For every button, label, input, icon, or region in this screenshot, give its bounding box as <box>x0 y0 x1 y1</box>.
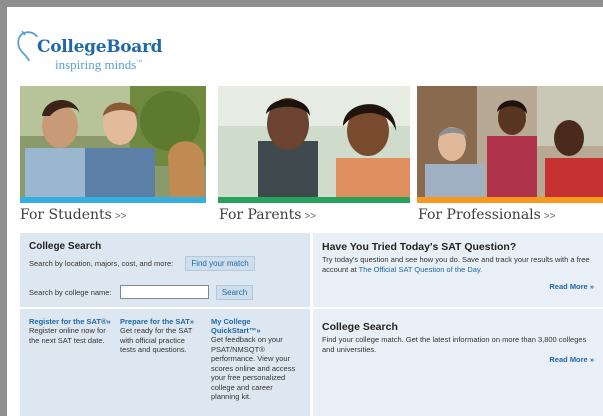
logo-name: CollegeBoard <box>37 37 163 57</box>
professionals-photo[interactable] <box>417 86 603 197</box>
sat-question-of-day-link[interactable]: The Official SAT Question of the Day. <box>359 265 483 274</box>
prepare-sat-link[interactable]: Prepare for the SAT» <box>120 317 200 326</box>
quickstart-text: Get feedback on your PSAT/NMSQT® perform… <box>211 335 296 401</box>
register-sat-text: Register online now for the next SAT tes… <box>29 326 106 345</box>
parents-stripe <box>218 197 410 203</box>
for-parents-link[interactable]: For Parents >> <box>219 207 316 223</box>
students-stripe <box>20 197 206 203</box>
quickstart-item: My College QuickStart™» Get feedback on … <box>211 317 299 402</box>
prepare-sat-item: Prepare for the SAT» Get ready for the S… <box>120 317 200 355</box>
logo-tagline: inspiring minds™ <box>55 57 143 72</box>
quickstart-link[interactable]: My College QuickStart™» <box>211 317 263 335</box>
for-students-link[interactable]: For Students >> <box>20 207 127 223</box>
register-sat-item: Register for the SAT®» Register online n… <box>29 317 111 345</box>
professionals-stripe <box>417 197 603 203</box>
college-name-label: Search by college name: <box>29 288 112 297</box>
college-name-input[interactable] <box>120 285 209 299</box>
college-search-promo-text: Find your college match. Get the latest … <box>322 335 587 354</box>
sat-question-text: Try today's question and see how you do.… <box>322 255 590 274</box>
college-search-description: Search by location, majors, cost, and mo… <box>29 259 174 268</box>
quick-links-box: Register for the SAT®» Register online n… <box>20 309 310 416</box>
college-search-promo-box: College Search Find your college match. … <box>313 309 603 416</box>
college-search-promo-title: College Search <box>322 321 398 333</box>
page-frame: CollegeBoard inspiring minds™ For Studen… <box>7 7 603 416</box>
for-professionals-link[interactable]: For Professionals >> <box>418 207 556 223</box>
students-photo[interactable] <box>20 86 206 197</box>
find-your-match-button[interactable]: Find your match <box>185 256 255 271</box>
college-search-box: College Search Search by location, major… <box>20 233 310 307</box>
collegeboard-logo[interactable]: CollegeBoard inspiring minds™ <box>15 29 165 79</box>
search-button[interactable]: Search <box>216 285 253 300</box>
sat-question-read-more[interactable]: Read More » <box>549 282 594 291</box>
prepare-sat-text: Get ready for the SAT with official prac… <box>120 326 193 354</box>
parents-photo[interactable] <box>218 86 410 197</box>
register-sat-link[interactable]: Register for the SAT®» <box>29 317 111 326</box>
sat-question-box: Have You Tried Today's SAT Question? Try… <box>313 233 603 307</box>
college-search-title: College Search <box>29 241 102 252</box>
sat-question-title: Have You Tried Today's SAT Question? <box>322 241 517 253</box>
college-search-read-more[interactable]: Read More » <box>549 355 594 364</box>
